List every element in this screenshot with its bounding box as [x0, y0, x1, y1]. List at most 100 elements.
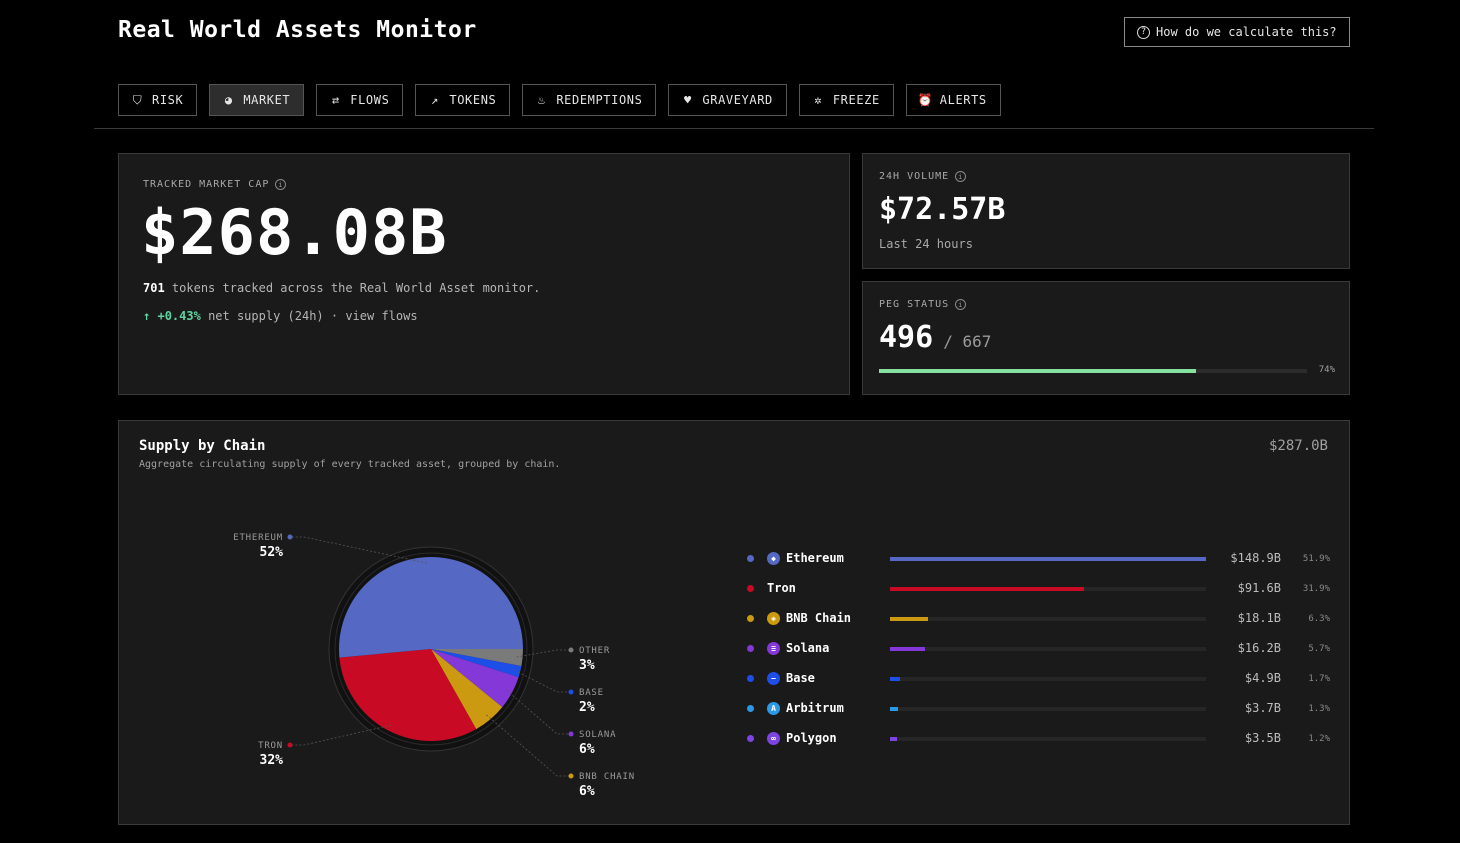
legend-bar [890, 587, 1085, 591]
tab-label: TOKENS [449, 93, 497, 107]
legend-row-ethereum[interactable]: ◆ Ethereum $148.9B 51.9% [743, 548, 1333, 578]
legend-bar [890, 677, 901, 681]
token-count: 701 [143, 281, 165, 295]
tab-graveyard[interactable]: ♥ GRAVEYARD [668, 84, 787, 116]
base-icon: − [767, 672, 780, 685]
legend-percent: 1.7% [1308, 674, 1330, 684]
tab-tokens[interactable]: ↗ TOKENS [415, 84, 511, 116]
market-cap-card: TRACKED MARKET CAP i $268.08B 701 tokens… [118, 153, 850, 395]
legend-bar-track [890, 587, 1206, 591]
legend-bar-track [890, 617, 1206, 621]
legend-bar [890, 707, 898, 711]
supply-change-text[interactable]: net supply (24h) · view flows [208, 309, 418, 323]
legend-name: Tron [767, 581, 796, 595]
solana-icon: ≡ [767, 642, 780, 655]
trend-icon: ↗ [430, 93, 439, 107]
legend-bar-track [890, 647, 1206, 651]
snowflake-icon: ✲ [814, 93, 823, 107]
volume-value: $72.57B [879, 192, 1006, 227]
supply-pie-chart: ETHEREUM 52% TRON 32% OTHER 3% BASE 2% SOLANA 6% B… [233, 533, 635, 799]
pie-label-dot [568, 647, 574, 653]
pie-label-name: ETHEREUM [233, 533, 283, 543]
pie-label-dot [287, 534, 293, 540]
legend-row-base[interactable]: − Base $4.9B 1.7% [743, 668, 1333, 698]
pie-label-name: TRON [258, 741, 283, 751]
ethereum-icon: ◆ [767, 552, 780, 565]
legend-dot [747, 555, 754, 562]
chain-legend: ◆ Ethereum $148.9B 51.9% Tron $91.6B 31.9% ◈ BNB… [743, 548, 1333, 758]
legend-row-bnb-chain[interactable]: ◈ BNB Chain $18.1B 6.3% [743, 608, 1333, 638]
legend-bar-track [890, 557, 1206, 561]
peg-progress-fill [879, 369, 1196, 373]
info-icon[interactable]: i [275, 179, 287, 190]
legend-row-solana[interactable]: ≡ Solana $16.2B 5.7% [743, 638, 1333, 668]
question-icon: ? [1137, 25, 1150, 39]
legend-dot [747, 645, 754, 652]
tab-alerts[interactable]: ⏰ ALERTS [905, 84, 1001, 116]
pie-label-pct: 52% [260, 545, 284, 560]
peg-count: 496 [879, 320, 934, 355]
flame-icon: ♨ [537, 93, 546, 107]
peg-status-card: PEG STATUS i 496 / 667 74% [862, 281, 1350, 395]
market-cap-value: $268.08B [141, 196, 448, 269]
legend-name: Polygon [786, 731, 837, 745]
pie-label-pct: 2% [579, 700, 595, 715]
legend-bar-track [890, 737, 1206, 741]
peg-label: PEG STATUS [879, 299, 950, 310]
tab-redemptions[interactable]: ♨ REDEMPTIONS [522, 84, 657, 116]
legend-dot [747, 735, 754, 742]
legend-percent: 51.9% [1302, 554, 1330, 564]
legend-dot [747, 675, 754, 682]
pie-label-name: BASE [579, 688, 604, 698]
legend-name: Arbitrum [786, 701, 844, 715]
pie-label-name: SOLANA [579, 730, 616, 740]
supply-by-chain-card: Supply by Chain Aggregate circulating su… [118, 420, 1350, 825]
tab-label: ALERTS [939, 93, 987, 107]
pie-label-dot [568, 689, 574, 695]
arbitrum-icon: A [767, 702, 780, 715]
info-icon[interactable]: i [955, 299, 967, 310]
pie-chart-icon: ◕ [224, 93, 233, 107]
tab-freeze[interactable]: ✲ FREEZE [798, 84, 894, 116]
legend-value: $3.7B [1244, 701, 1281, 715]
pie-label-pct: 3% [579, 658, 595, 673]
legend-bar [890, 617, 929, 621]
tab-label: REDEMPTIONS [556, 93, 643, 107]
pie-label-dot [568, 773, 574, 779]
peg-percent: 74% [1318, 365, 1335, 375]
legend-value: $148.9B [1230, 551, 1281, 565]
tab-flows[interactable]: ⇄ FLOWS [316, 84, 404, 116]
tab-label: MARKET [243, 93, 291, 107]
pie-label-pct: 32% [260, 753, 284, 768]
tokens-tracked-desc: tokens tracked across the Real World Ass… [171, 281, 541, 295]
supply-change-row: ↑ +0.43% net supply (24h) · view flows [143, 309, 418, 323]
legend-row-arbitrum[interactable]: A Arbitrum $3.7B 1.3% [743, 698, 1333, 728]
tab-label: GRAVEYARD [702, 93, 773, 107]
page-title: Real World Assets Monitor [118, 17, 477, 43]
tab-label: RISK [152, 93, 184, 107]
legend-value: $3.5B [1244, 731, 1281, 745]
legend-bar-track [890, 707, 1206, 711]
legend-bar [890, 647, 925, 651]
legend-value: $16.2B [1237, 641, 1281, 655]
legend-row-tron[interactable]: Tron $91.6B 31.9% [743, 578, 1333, 608]
info-icon[interactable]: i [955, 171, 967, 182]
legend-percent: 1.2% [1308, 734, 1330, 744]
how-calculate-button[interactable]: ? How do we calculate this? [1124, 17, 1350, 47]
tab-risk[interactable]: ⛉ RISK [118, 84, 198, 116]
broken-heart-icon: ♥ [684, 93, 692, 107]
legend-bar-track [890, 677, 1206, 681]
pie-label-pct: 6% [579, 742, 595, 757]
volume-card: 24H VOLUME i $72.57B Last 24 hours [862, 153, 1350, 269]
tokens-tracked-text: 701 tokens tracked across the Real World… [143, 281, 540, 295]
legend-percent: 1.3% [1308, 704, 1330, 714]
pie-label-pct: 6% [579, 784, 595, 799]
pie-label-name: BNB CHAIN [579, 772, 635, 782]
legend-percent: 5.7% [1308, 644, 1330, 654]
tab-market[interactable]: ◕ MARKET [209, 84, 305, 116]
volume-label-row: 24H VOLUME i [879, 171, 967, 182]
tab-label: FLOWS [350, 93, 390, 107]
legend-bar [890, 557, 1206, 561]
legend-value: $91.6B [1237, 581, 1281, 595]
legend-row-polygon[interactable]: ∞ Polygon $3.5B 1.2% [743, 728, 1333, 758]
